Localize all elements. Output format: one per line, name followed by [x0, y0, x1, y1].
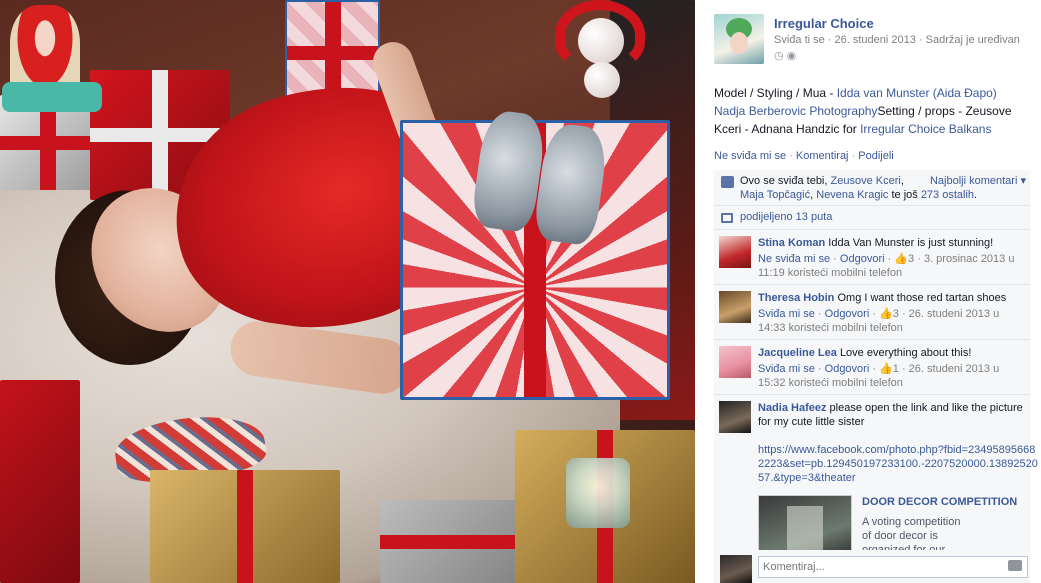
share-button[interactable]: Podijeli	[858, 150, 893, 162]
reply-button[interactable]: Odgovori	[825, 308, 870, 320]
post-meta: Sviđa ti se · 26. studeni 2013 · Sadržaj…	[774, 34, 1020, 46]
like-count-icon: 👍	[879, 363, 893, 375]
commenter-avatar[interactable]	[719, 236, 751, 268]
commenter-name[interactable]: Jacqueline Lea	[758, 347, 837, 359]
page-name-link[interactable]: Irregular Choice	[774, 16, 874, 31]
photo-sidebar: Irregular Choice Sviđa ti se · 26. stude…	[695, 0, 1041, 583]
reply-button[interactable]: Odgovori	[840, 253, 885, 265]
credit-link-photographer[interactable]: Nadja Berberovic Photography	[714, 104, 877, 118]
preview-title[interactable]: DOOR DECOR COMPETITION	[862, 495, 1017, 509]
white-ornament-small	[584, 62, 620, 98]
commenter-avatar[interactable]	[719, 401, 751, 433]
liker-link-1[interactable]: Zeusove Kceri	[831, 175, 901, 187]
comment-text: Love everything about this!	[839, 347, 972, 359]
like-count-icon: 👍	[894, 253, 909, 265]
comment-text: Omg I want those red tartan shoes	[837, 292, 1007, 304]
comment-item: Stina Koman Idda Van Munster is just stu…	[714, 230, 1030, 285]
shares-link[interactable]: podijeljeno 13 puta	[740, 211, 832, 223]
comment-like-button[interactable]: Sviđa mi se	[758, 363, 815, 375]
comment-input[interactable]	[758, 556, 1028, 578]
like-page-link[interactable]: Sviđa ti se	[774, 34, 825, 46]
feedback-box: Ovo se sviđa tebi, Zeusove Kceri, Maja To…	[714, 170, 1038, 570]
credit-link-brand[interactable]: Irregular Choice Balkans	[860, 122, 991, 136]
globe-icon[interactable]: ◉	[787, 50, 797, 62]
commenter-avatar[interactable]	[719, 346, 751, 378]
post-actions: Ne sviđa mi se · Komentiraj · Podijeli	[714, 150, 894, 162]
liker-link-2[interactable]: Maja Topčagić	[740, 189, 810, 201]
edited-link[interactable]: Sadržaj je uređivan	[926, 34, 1020, 46]
post-header: Irregular Choice Sviđa ti se · 26. stude…	[714, 14, 1034, 66]
thumbs-up-icon	[721, 176, 734, 188]
comment-like-button[interactable]: Sviđa mi se	[758, 308, 815, 320]
white-ornament	[578, 18, 624, 64]
photo-viewer[interactable]	[0, 0, 695, 583]
clock-icon: ◷	[774, 50, 784, 62]
likes-summary: Ovo se sviđa tebi, Zeusove Kceri, Maja To…	[714, 170, 1030, 206]
comment-button[interactable]: Komentiraj	[796, 150, 849, 162]
comment-like-button[interactable]: Ne sviđa mi se	[758, 253, 830, 265]
credit-link-model[interactable]: Idda van Munster (Aida Đapo)	[837, 86, 997, 100]
liker-link-3[interactable]: Nevena Kragic	[816, 189, 888, 201]
others-link[interactable]: 273 ostalih	[921, 189, 974, 201]
comment-item: Theresa Hobin Omg I want those red tarta…	[714, 285, 1030, 340]
unlike-button[interactable]: Ne sviđa mi se	[714, 150, 786, 162]
candle-jar	[566, 458, 630, 528]
comment-item: Nadia Hafeez please open the link and li…	[714, 395, 1038, 570]
comment-sort-dropdown[interactable]: Najbolji komentari ▾	[930, 174, 1026, 188]
like-count-icon: 👍	[879, 308, 893, 320]
camera-icon[interactable]	[1008, 560, 1022, 571]
commenter-name[interactable]: Nadia Hafeez	[758, 402, 826, 414]
post-date-link[interactable]: 26. studeni 2013	[835, 34, 916, 46]
comment-meta: Ne sviđa mi se · Odgovori · 👍3 · 3. pros…	[758, 253, 1015, 279]
comment-meta: Sviđa mi se · Odgovori · 👍3 · 26. studen…	[758, 308, 1000, 334]
comment-text: Idda Van Munster is just stunning!	[828, 237, 994, 249]
post-icons: ◷ ◉	[774, 49, 796, 62]
teal-sign-prop	[2, 82, 102, 112]
commenter-name[interactable]: Stina Koman	[758, 237, 825, 249]
comment-composer	[714, 550, 1030, 583]
comment-url-link[interactable]: https://www.facebook.com/photo.php?fbid=…	[758, 444, 1038, 484]
reply-button[interactable]: Odgovori	[825, 363, 870, 375]
commenter-name[interactable]: Theresa Hobin	[758, 292, 834, 304]
comment-meta: Sviđa mi se · Odgovori · 👍1 · 26. studen…	[758, 363, 1000, 389]
share-icon	[721, 213, 733, 223]
post-description: Model / Styling / Mua - Idda van Munster…	[714, 86, 1012, 136]
red-knit-prop	[0, 380, 80, 583]
current-user-avatar	[720, 555, 752, 583]
page-avatar[interactable]	[714, 14, 764, 64]
shares-row: podijeljeno 13 puta	[714, 206, 1030, 230]
commenter-avatar[interactable]	[719, 291, 751, 323]
comment-item: Jacqueline Lea Love everything about thi…	[714, 340, 1030, 395]
gold-gift-box	[150, 470, 340, 583]
